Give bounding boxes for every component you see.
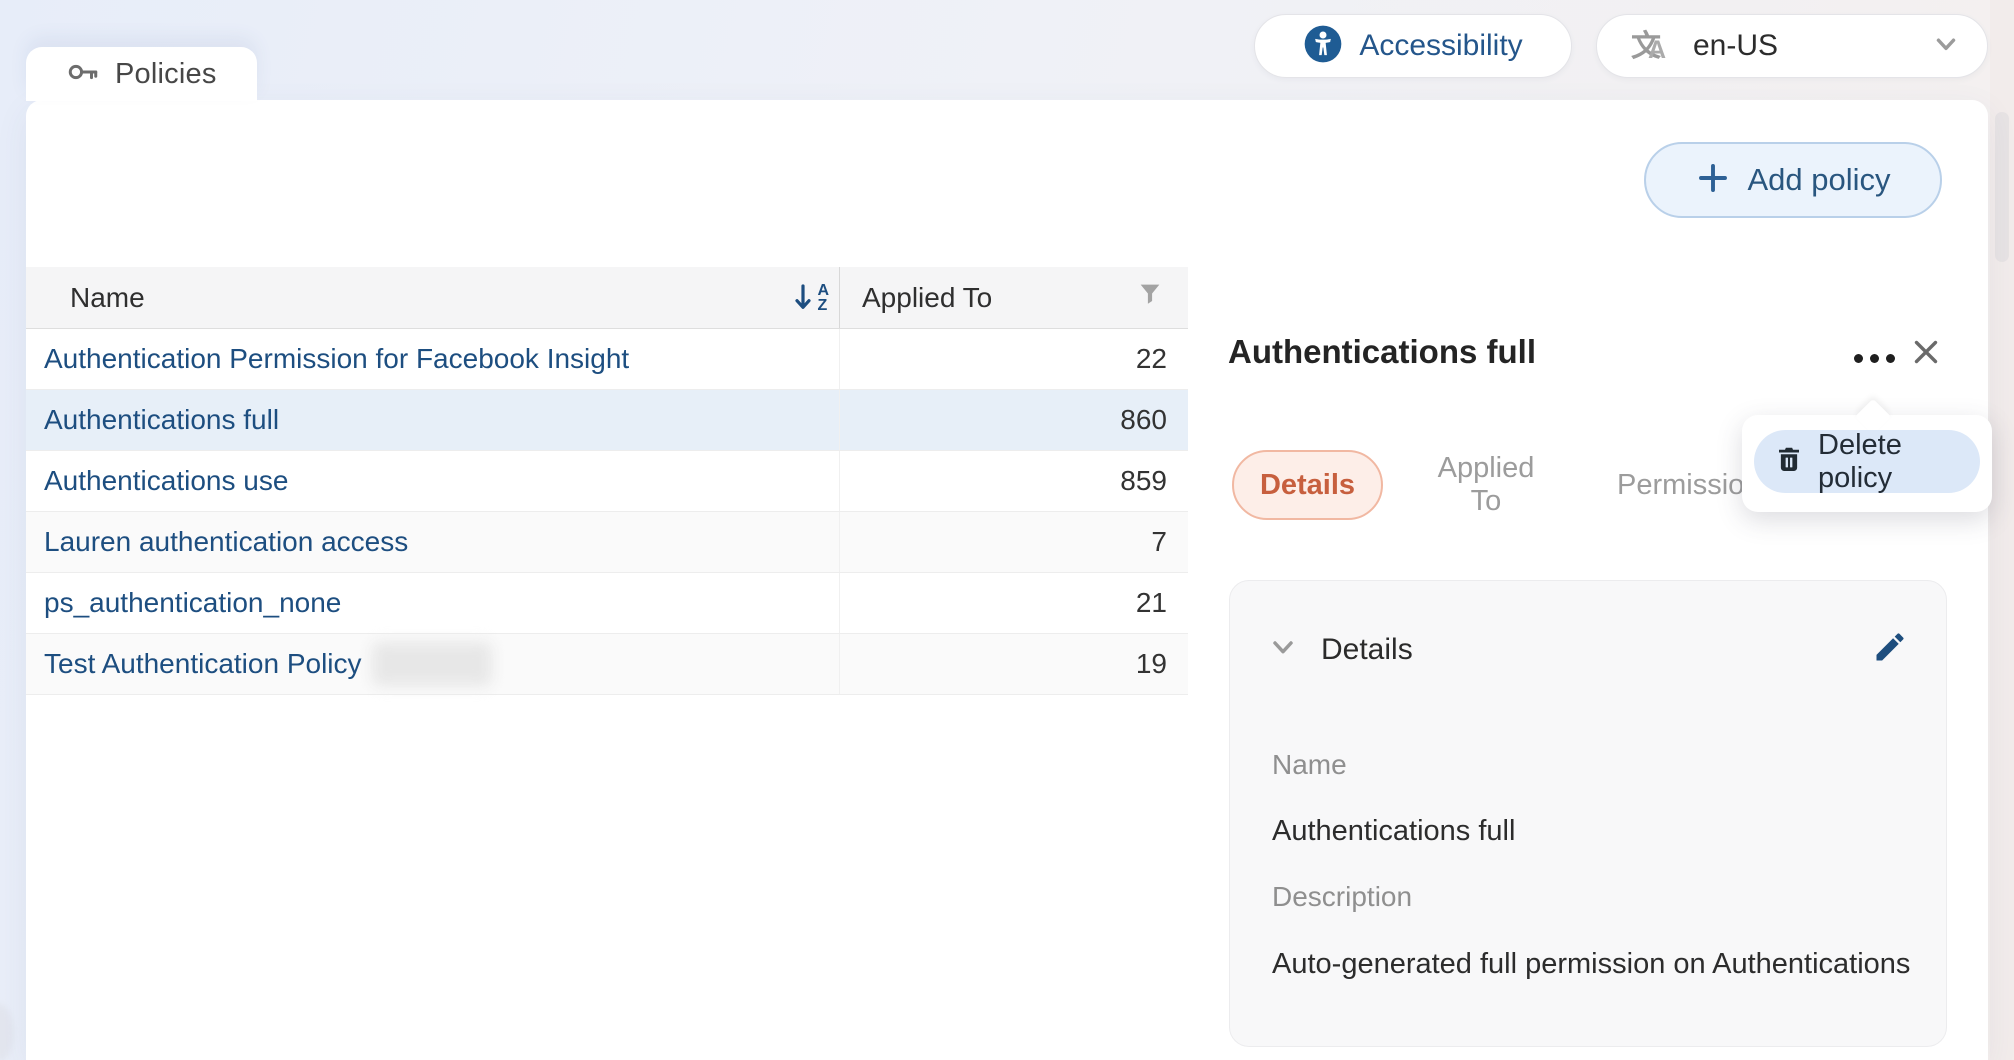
table-row[interactable]: Authentication Permission for Facebook I… (26, 329, 1188, 390)
menu-item-label: Delete policy (1818, 429, 1980, 495)
field-value-name: Authentications full (1272, 815, 1515, 848)
redacted-text-blur (372, 642, 492, 686)
add-policy-button[interactable]: Add policy (1644, 142, 1942, 218)
applied-to-value: 22 (840, 329, 1188, 389)
filter-icon[interactable] (1136, 280, 1164, 315)
detail-tabs: Details Applied To Permissions (1232, 450, 1775, 520)
applied-to-value: 19 (840, 634, 1188, 694)
field-label-description: Description (1272, 881, 1412, 913)
tab-applied-to[interactable]: Applied To (1419, 452, 1553, 518)
applied-to-value: 7 (840, 512, 1188, 572)
menu-item-delete-policy[interactable]: Delete policy (1754, 430, 1980, 493)
tab-details-label: Details (1260, 469, 1355, 502)
column-header-applied-to[interactable]: Applied To (840, 267, 1188, 328)
plus-icon (1695, 160, 1731, 201)
field-label-name: Name (1272, 749, 1347, 781)
page-scrollbar-track[interactable] (1990, 0, 2014, 1060)
field-value-description: Auto-generated full permission on Authen… (1272, 948, 1910, 981)
policies-table: Name AZ Applied To Authentication Perm (26, 267, 1188, 695)
more-options-icon (1854, 354, 1863, 363)
accessibility-button[interactable]: Accessibility (1254, 14, 1572, 78)
table-row[interactable]: Test Authentication Policy 19 (26, 634, 1188, 695)
accessibility-button-label: Accessibility (1359, 29, 1522, 63)
close-icon (1907, 333, 1945, 376)
applied-to-value: 860 (840, 390, 1188, 450)
chevron-down-icon (1931, 29, 1961, 64)
close-detail-button[interactable] (1904, 332, 1948, 376)
table-row[interactable]: Authentications use 859 (26, 451, 1188, 512)
policy-name-text: Test Authentication Policy (44, 648, 362, 680)
policy-name-link[interactable]: ps_authentication_none (26, 573, 840, 633)
context-menu: Delete policy (1742, 415, 1992, 512)
page-scrollbar-thumb[interactable] (1995, 112, 2009, 262)
locale-select-value: en-US (1693, 29, 1778, 63)
edit-pencil-icon[interactable] (1872, 629, 1908, 670)
column-header-name[interactable]: Name AZ (26, 267, 840, 328)
detail-panel-title: Authentications full (1228, 333, 1536, 371)
policy-name-link[interactable]: Authentications use (26, 451, 840, 511)
tab-policies-label: Policies (115, 58, 217, 91)
details-card-heading: Details (1321, 633, 1413, 667)
chevron-down-icon[interactable] (1267, 631, 1299, 668)
policy-name-link[interactable]: Authentications full (26, 390, 840, 450)
applied-to-value: 21 (840, 573, 1188, 633)
column-applied-label: Applied To (862, 282, 992, 314)
table-header: Name AZ Applied To (26, 267, 1188, 329)
tab-details[interactable]: Details (1232, 450, 1383, 520)
accessibility-icon (1303, 24, 1343, 69)
trash-icon (1774, 444, 1804, 479)
policies-page: Policies Accessibility 文 A en-US (0, 0, 2014, 1060)
add-policy-label: Add policy (1747, 162, 1890, 198)
policy-name-link[interactable]: Authentication Permission for Facebook I… (26, 329, 840, 389)
sort-az-icon[interactable]: AZ (791, 282, 829, 314)
tab-policies[interactable]: Policies (26, 47, 257, 101)
applied-to-value: 859 (840, 451, 1188, 511)
details-card: Details Name Authentications full Descri… (1229, 580, 1947, 1047)
locale-select[interactable]: 文 A en-US (1596, 14, 1988, 78)
column-name-label: Name (70, 282, 145, 314)
table-row[interactable]: Lauren authentication access 7 (26, 512, 1188, 573)
translate-icon: 文 A (1631, 23, 1675, 69)
edge-decoration (0, 1004, 14, 1060)
policy-name-link[interactable]: Lauren authentication access (26, 512, 840, 572)
table-row[interactable]: ps_authentication_none 21 (26, 573, 1188, 634)
key-icon (66, 55, 100, 94)
policy-name-link[interactable]: Test Authentication Policy (26, 634, 840, 694)
table-row-selected[interactable]: Authentications full 860 (26, 390, 1188, 451)
more-options-button[interactable] (1846, 336, 1902, 380)
